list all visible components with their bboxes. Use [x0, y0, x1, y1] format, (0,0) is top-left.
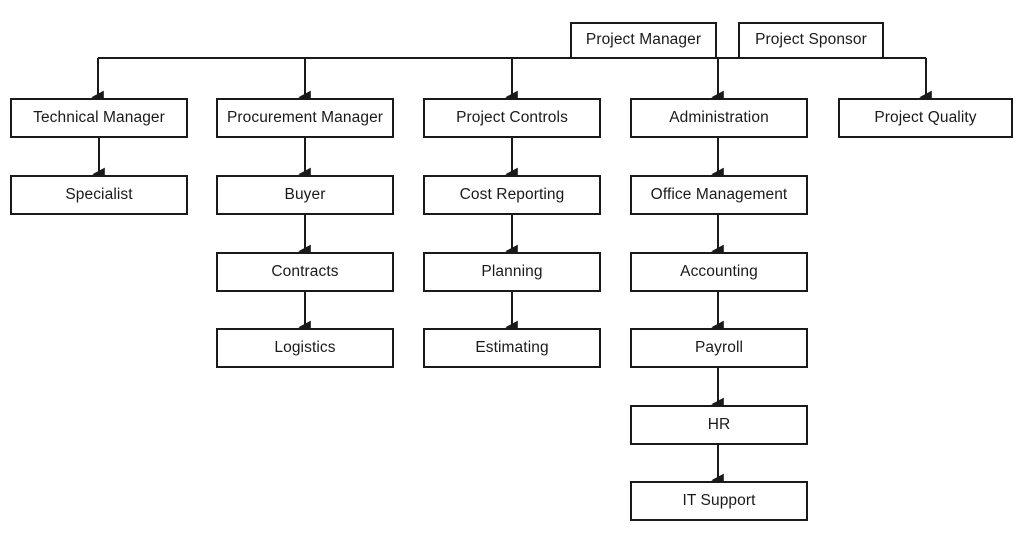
node-label-technical-manager: Technical Manager: [33, 108, 165, 126]
node-project-controls[interactable]: Project Controls: [423, 98, 601, 138]
node-project-quality[interactable]: Project Quality: [838, 98, 1013, 138]
node-label-administration: Administration: [669, 108, 769, 126]
node-hr[interactable]: HR: [630, 405, 808, 445]
node-specialist[interactable]: Specialist: [10, 175, 188, 215]
org-chart-canvas: Project Manager Project Sponsor Technical …: [0, 0, 1024, 542]
node-accounting[interactable]: Accounting: [630, 252, 808, 292]
node-label-accounting: Accounting: [680, 262, 758, 280]
node-label-payroll: Payroll: [694, 338, 744, 356]
node-label-project-controls: Project Controls: [456, 108, 568, 126]
node-logistics[interactable]: Logistics: [216, 328, 394, 368]
node-project-sponsor[interactable]: Project Sponsor: [738, 22, 884, 59]
node-label-cost-reporting: Cost Reporting: [459, 185, 565, 203]
node-contracts[interactable]: Contracts: [216, 252, 394, 292]
node-label-it-support: IT Support: [682, 491, 756, 509]
node-label-contracts: Contracts: [271, 262, 339, 280]
node-label-estimating: Estimating: [475, 338, 549, 356]
node-estimating[interactable]: Estimating: [423, 328, 601, 368]
node-label-project-manager: Project Manager: [585, 31, 702, 49]
node-technical-manager[interactable]: Technical Manager: [10, 98, 188, 138]
node-label-project-sponsor: Project Sponsor: [755, 31, 867, 49]
node-label-specialist: Specialist: [65, 185, 133, 203]
node-administration[interactable]: Administration: [630, 98, 808, 138]
node-label-buyer: Buyer: [284, 185, 326, 203]
node-label-planning: Planning: [481, 262, 543, 280]
node-it-support[interactable]: IT Support: [630, 481, 808, 521]
node-label-logistics: Logistics: [274, 338, 336, 356]
node-office-management[interactable]: Office Management: [630, 175, 808, 215]
node-label-project-quality: Project Quality: [874, 108, 977, 126]
node-planning[interactable]: Planning: [423, 252, 601, 292]
node-payroll[interactable]: Payroll: [630, 328, 808, 368]
node-label-procurement-manager: Procurement Manager: [226, 108, 384, 126]
node-procurement-manager[interactable]: Procurement Manager: [216, 98, 394, 138]
node-project-manager[interactable]: Project Manager: [570, 22, 717, 59]
node-label-office-management: Office Management: [650, 185, 788, 203]
node-buyer[interactable]: Buyer: [216, 175, 394, 215]
node-cost-reporting[interactable]: Cost Reporting: [423, 175, 601, 215]
node-label-hr: HR: [707, 415, 731, 433]
